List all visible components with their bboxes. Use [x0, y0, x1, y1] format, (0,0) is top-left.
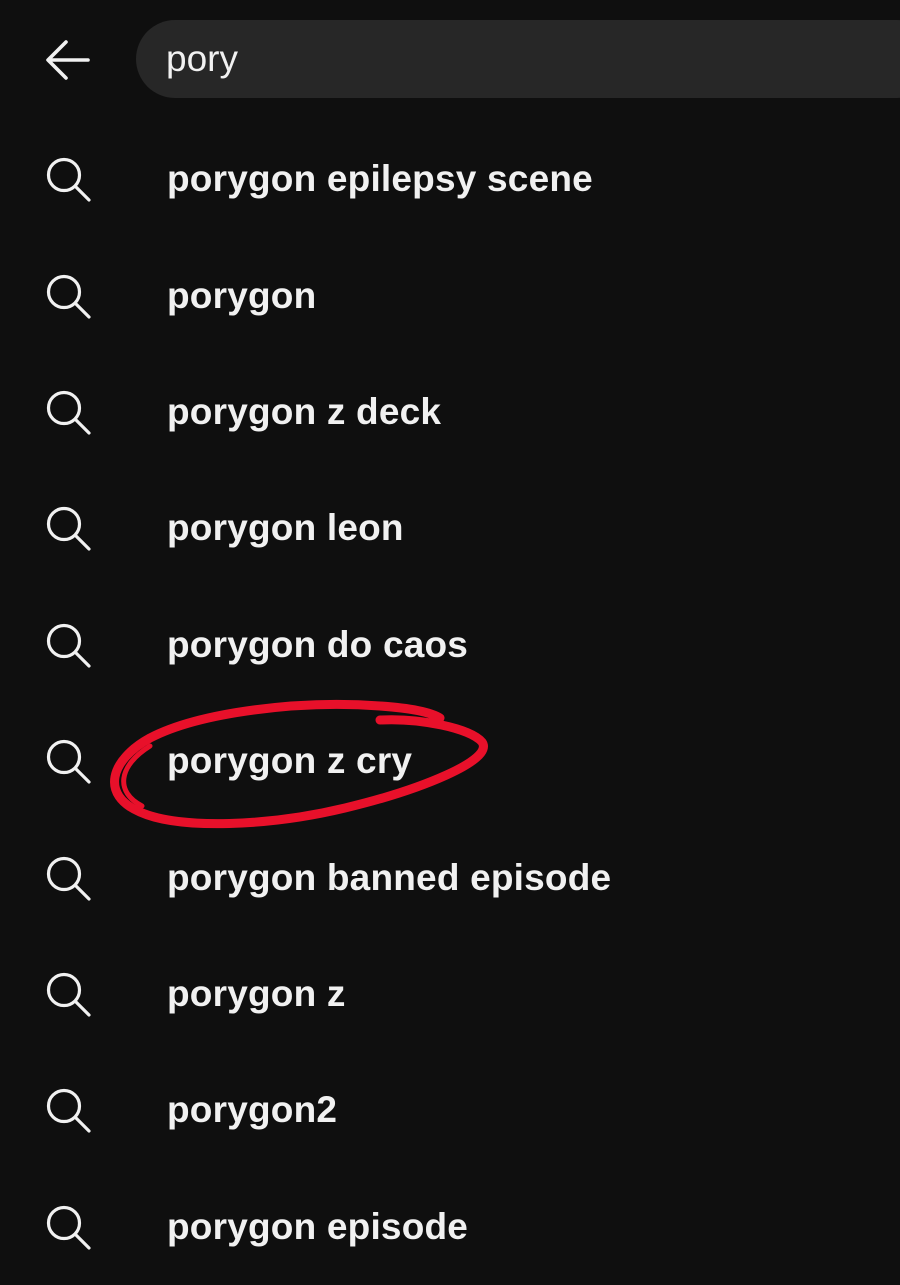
suggestion-item[interactable]: porygon epilepsy scene	[0, 121, 900, 237]
search-icon	[46, 740, 91, 784]
suggestion-label: porygon epilepsy scene	[167, 158, 593, 200]
search-icon	[46, 274, 91, 319]
search-icon	[46, 856, 91, 901]
search-icon	[46, 158, 91, 202]
suggestion-list: porygon epilepsy scene porygon porygon z…	[0, 121, 900, 1285]
search-input[interactable]	[166, 38, 900, 80]
suggestion-label: porygon z cry	[167, 740, 413, 782]
search-icon	[46, 507, 91, 551]
search-icon	[46, 972, 91, 1017]
back-button[interactable]	[36, 30, 100, 90]
suggestion-item[interactable]: porygon episode	[0, 1169, 900, 1285]
search-header	[0, 0, 900, 120]
suggestion-label: porygon banned episode	[167, 856, 612, 898]
suggestion-item[interactable]: porygon banned episode	[0, 819, 900, 935]
suggestion-item[interactable]: porygon z deck	[0, 354, 900, 470]
suggestion-item[interactable]: porygon	[0, 237, 900, 353]
back-arrow-icon	[46, 40, 90, 80]
suggestion-item[interactable]: porygon z	[0, 936, 900, 1052]
suggestion-label: porygon z deck	[167, 390, 442, 432]
search-icon	[46, 1089, 91, 1133]
search-icon	[46, 390, 91, 435]
suggestion-item[interactable]: porygon do caos	[0, 587, 900, 703]
search-icon	[46, 623, 91, 668]
search-icon	[46, 1205, 91, 1250]
suggestion-item[interactable]: porygon z cry	[0, 703, 900, 819]
suggestion-label: porygon	[167, 274, 317, 316]
search-box[interactable]	[136, 20, 900, 98]
suggestion-item[interactable]: porygon leon	[0, 470, 900, 586]
suggestion-label: porygon do caos	[167, 623, 469, 665]
suggestion-label: porygon z	[167, 972, 346, 1014]
suggestion-label: porygon leon	[167, 507, 404, 549]
suggestion-item[interactable]: porygon2	[0, 1052, 900, 1168]
suggestion-label: porygon episode	[167, 1205, 469, 1247]
suggestion-label: porygon2	[167, 1089, 338, 1131]
